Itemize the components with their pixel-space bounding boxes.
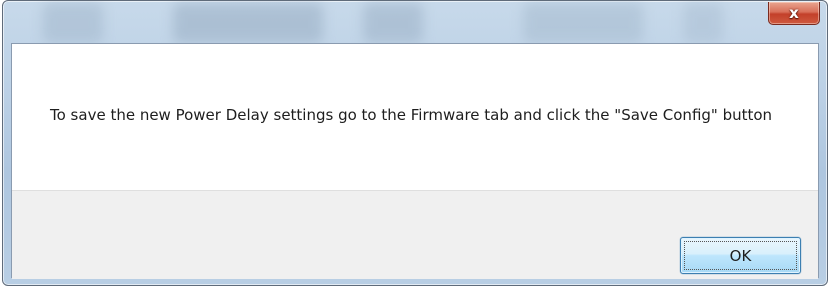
glass-blur [523, 3, 643, 43]
ok-button-label: OK [729, 246, 752, 265]
message-text: To save the new Power Delay settings go … [50, 106, 773, 124]
button-strip: OK [12, 190, 818, 279]
glass-blur [43, 3, 103, 43]
message-dialog: x To save the new Power Delay settings g… [2, 0, 828, 286]
glass-blur [363, 3, 423, 43]
dialog-client-area: To save the new Power Delay settings go … [11, 43, 819, 279]
ok-button[interactable]: OK [680, 237, 801, 274]
close-icon: x [789, 3, 799, 22]
close-button[interactable]: x [768, 2, 820, 25]
glass-blur [683, 3, 723, 43]
title-bar[interactable]: x [3, 1, 827, 43]
message-area: To save the new Power Delay settings go … [12, 44, 818, 190]
glass-blur [173, 3, 323, 43]
